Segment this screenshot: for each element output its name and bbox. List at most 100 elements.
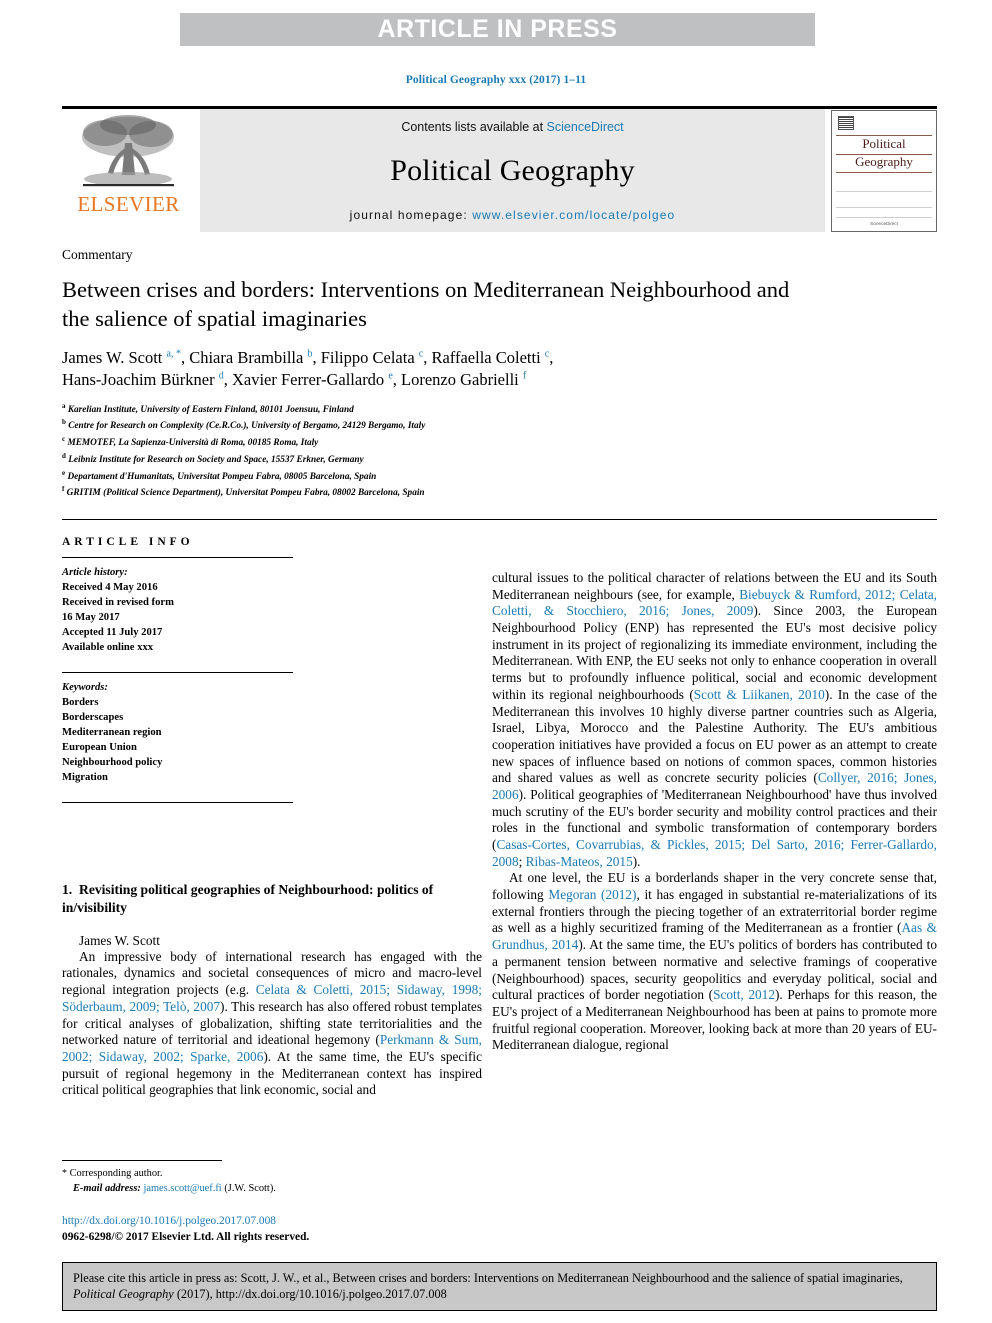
contents-panel: Contents lists available at ScienceDirec… [200, 109, 825, 232]
section-title: Revisiting political geographies of Neig… [62, 882, 434, 916]
keyword-item: Borderscapes [62, 712, 124, 724]
article-info-heading: ARTICLE INFO [62, 536, 194, 548]
cite-journal-name: Political Geography [73, 1287, 174, 1302]
cite-this-article-footer: Please cite this article in press as: Sc… [62, 1262, 937, 1312]
email-owner: (J.W. Scott). [224, 1182, 276, 1194]
keywords-label: Keywords: [62, 682, 108, 694]
article-history: Article history: Received 4 May 2016 Rec… [62, 565, 293, 655]
journal-homepage-line: journal homepage: www.elsevier.com/locat… [350, 208, 676, 222]
author-sep-1: , Chiara Brambilla [180, 348, 308, 368]
keyword-item: Migration [62, 772, 108, 784]
author-sep-3: , Raffaella Coletti [423, 348, 545, 368]
article-in-press-label: ARTICLE IN PRESS [377, 15, 618, 43]
cover-title-line2: Geography [855, 154, 913, 169]
citation-ref[interactable]: Ribas-Mateos, 2015 [526, 854, 633, 869]
homepage-prefix: journal homepage: [349, 208, 473, 222]
affiliation-text: Karelian Institute, University of Easter… [67, 404, 354, 415]
body-paragraph-2: At one level, the EU is a borderlands sh… [492, 870, 937, 1054]
author-sep-5: , Xavier Ferrer-Gallardo [223, 370, 389, 390]
section-number: 1. [62, 882, 73, 898]
journal-title: Political Geography [390, 154, 635, 187]
footnote-divider [62, 1160, 222, 1161]
elsevier-tree-icon [82, 115, 174, 187]
author-sep-4: , [549, 348, 554, 368]
history-item: Available online xxx [62, 642, 154, 654]
contents-available-line: Contents lists available at ScienceDirec… [401, 120, 623, 134]
affiliation-text: Departament d'Humanitats, Universitat Po… [67, 471, 377, 482]
corresponding-author-text: Corresponding author. [67, 1168, 163, 1179]
citation-ref[interactable]: Scott & Liikanen, 2010 [694, 687, 825, 702]
keyword-item: Borders [62, 697, 99, 709]
history-item: Received in revised form [62, 597, 174, 609]
citation-ref[interactable]: Scott, 2012 [713, 987, 775, 1002]
history-item: Received 4 May 2016 [62, 582, 158, 594]
affiliation-mark: e [62, 468, 66, 477]
affiliation-text: Centre for Research on Complexity (Ce.R.… [68, 421, 426, 432]
right-column: cultural issues to the political charact… [492, 570, 937, 1054]
page-title: Between crises and borders: Intervention… [62, 277, 790, 331]
email-link[interactable]: james.scott@uef.fi [143, 1183, 221, 1194]
affiliation-item: c MEMOTEF, La Sapienza-Università di Rom… [62, 434, 937, 451]
body-paragraph-1: An impressive body of international rese… [62, 949, 482, 1099]
cover-sciencedirect-mark: ScienceDirect [870, 221, 898, 226]
left-column: ARTICLE INFO Article history: Received 4… [62, 536, 482, 1099]
cover-publisher-icon [838, 116, 854, 130]
section-heading: 1. Revisiting political geographies of N… [62, 881, 482, 916]
running-head: Political Geography xxx (2017) 1–11 [405, 74, 587, 86]
email-note: E-mail address: james.scott@uef.fi (J.W.… [62, 1182, 482, 1197]
article-in-press-banner: ARTICLE IN PRESS [180, 13, 815, 46]
elsevier-wordmark: ELSEVIER [77, 192, 180, 216]
journal-homepage-link[interactable]: www.elsevier.com/locate/polgeo [472, 208, 675, 222]
affiliation-item: a Karelian Institute, University of East… [62, 401, 937, 418]
affiliation-text: GRITIM (Political Science Department), U… [66, 488, 425, 499]
body-paragraph-continued: cultural issues to the political charact… [492, 570, 937, 870]
corresponding-author-note: * Corresponding author. [62, 1167, 482, 1182]
article-history-label: Article history: [62, 567, 128, 578]
journal-masthead: ELSEVIER Contents lists available at Sci… [62, 106, 937, 232]
affiliation-mark: b [62, 418, 66, 427]
author-sep-2: , Filippo Celata [312, 348, 419, 368]
author-1: James W. Scott [62, 348, 167, 368]
affiliation-text: MEMOTEF, La Sapienza-Università di Roma,… [67, 438, 319, 449]
elsevier-logo: ELSEVIER [62, 109, 195, 232]
doi-block: http://dx.doi.org/10.1016/j.polgeo.2017.… [62, 1214, 492, 1245]
affiliation-item: e Departament d'Humanitats, Universitat … [62, 468, 937, 485]
affiliation-item: b Centre for Research on Complexity (Ce.… [62, 417, 937, 434]
author-list: James W. Scott a, *, Chiara Brambilla b,… [62, 347, 822, 392]
affiliation-item: f GRITIM (Political Science Department),… [62, 484, 937, 501]
paraC-text-e: ). [632, 853, 641, 869]
copyright-line: 0962-6298/© 2017 Elsevier Ltd. All right… [62, 1230, 310, 1243]
affiliation-item: d Leibniz Institute for Research on Soci… [62, 451, 937, 468]
cite-prefix: Please cite this article in press as: Sc… [73, 1271, 903, 1285]
keyword-item: Neighbourhood policy [62, 757, 163, 769]
article-header: Commentary Between crises and borders: I… [62, 247, 937, 501]
article-info-divider [62, 557, 293, 558]
affiliation-mark: d [62, 451, 66, 460]
email-label: E-mail address: [73, 1182, 141, 1194]
keywords-block: Keywords: Borders Borderscapes Mediterra… [62, 680, 293, 785]
doi-link[interactable]: http://dx.doi.org/10.1016/j.polgeo.2017.… [62, 1214, 492, 1230]
paraC-semicolon: ; [518, 853, 526, 869]
article-page: ARTICLE IN PRESS Political Geography xxx… [0, 0, 992, 1323]
author-sep-6: , Lorenzo Gabrielli [392, 370, 523, 390]
contents-prefix: Contents lists available at [401, 120, 547, 134]
affiliation-list: a Karelian Institute, University of East… [62, 401, 937, 502]
keyword-item: European Union [62, 742, 137, 754]
author-7-affiliation-mark: f [522, 370, 527, 382]
author-5: Hans-Joachim Bürkner [62, 370, 219, 390]
author-1-affiliation-mark: a, * [166, 348, 181, 360]
history-item: Accepted 11 July 2017 [62, 627, 163, 639]
cite-suffix: (2017), http://dx.doi.org/10.1016/j.polg… [173, 1287, 447, 1302]
keyword-item: Mediterranean region [62, 727, 162, 739]
affiliation-text: Leibniz Institute for Research on Societ… [68, 455, 364, 465]
citation-ref[interactable]: Megoran (2012) [548, 887, 636, 902]
affiliation-mark: c [62, 435, 66, 444]
affiliation-mark: f [62, 485, 65, 494]
footnote-block: * Corresponding author. E-mail address: … [62, 1167, 482, 1196]
cover-title-line1: Political [862, 136, 906, 151]
section-byline: James W. Scott [79, 932, 160, 948]
history-item: 16 May 2017 [62, 612, 120, 624]
sciencedirect-link[interactable]: ScienceDirect [547, 120, 624, 134]
article-type: Commentary [62, 247, 133, 262]
affiliation-mark: a [62, 401, 66, 410]
